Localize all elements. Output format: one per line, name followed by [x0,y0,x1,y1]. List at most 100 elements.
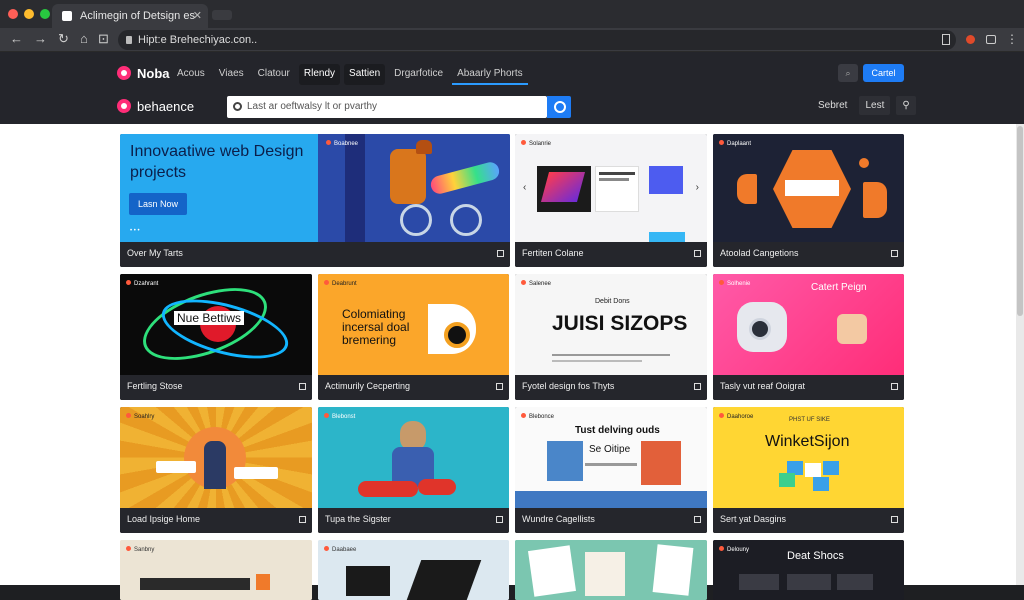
art-text: Catert Peign [811,282,867,293]
card-brand: Sanbny [126,546,154,553]
project-card[interactable]: Sanbny [120,540,312,600]
project-card[interactable]: Daabaee [318,540,509,600]
maximize-window-button[interactable] [40,9,50,19]
save-icon[interactable] [891,383,898,390]
header-primary-button[interactable]: Cartel [863,64,904,82]
next-arrow-icon[interactable]: › [696,182,699,193]
project-card[interactable]: Blebonst Tupa the Sigster [318,407,509,533]
right-link-2[interactable]: ⚲ [896,96,916,115]
project-thumbnail: Solhenie Catert Peign [713,274,904,375]
project-card[interactable] [515,540,707,600]
save-icon[interactable] [694,516,701,523]
art-text: Nue Bettiws [174,311,245,325]
project-card[interactable]: Daplaant Atoolad Cangetions [713,134,904,267]
reload-icon[interactable]: ↻ [58,31,69,47]
search-input[interactable]: Last ar oeftwalsy lt or pvarthy [227,96,547,118]
home-icon[interactable]: ⌂ [80,31,88,46]
profile-icon[interactable] [966,35,975,44]
card-title: Sert yat Dasgins [720,514,787,524]
tab-title: Aclimegin of Detsign es [80,10,195,22]
favicon-icon [62,11,72,21]
menu-icon[interactable]: ⋮ [1006,32,1018,46]
card-footer: Atoolad Cangetions [713,242,904,267]
save-icon[interactable] [891,250,898,257]
project-card[interactable]: Soahlry Load Ipsige Home [120,407,312,533]
save-icon[interactable] [496,383,503,390]
prev-arrow-icon[interactable]: ‹ [523,182,526,193]
card-brand: Deabrunt [324,280,357,287]
project-card[interactable]: Deabrunt Colomiating incersal doal breme… [318,274,509,400]
card-headline: Innovaatiwe web Design projects [130,143,304,181]
card-footer: Tasly vut reaf Ooigrat [713,375,904,400]
behance-brand[interactable]: behaence [137,99,194,114]
project-card[interactable]: Dzahrant Nue Bettiws Fertling Stose [120,274,312,400]
card-title: Tupa the Sigster [325,514,391,524]
extensions-icon[interactable] [986,35,996,44]
nav-item-3[interactable]: Rlendy [298,64,341,85]
project-thumbnail: Dzahrant Nue Bettiws [120,274,312,375]
art-subtitle: PHST UF SIKE [789,417,830,423]
card-title: Atoolad Cangetions [720,248,799,258]
project-card[interactable]: Blebonce Tust delving ouds Se Oitipe Wun… [515,407,707,533]
save-icon[interactable] [694,250,701,257]
card-brand: Daahoroe [719,413,753,420]
tab-close-icon[interactable]: ✕ [193,4,202,28]
card-brand: Daplaant [719,140,751,147]
nav-item-6[interactable]: Abaarly Phorts [452,64,528,85]
browser-titlebar: Aclimegin of Detsign es ✕ [0,0,1024,28]
card-title: Load Ipsige Home [127,514,201,524]
extension-icon[interactable]: ⊡ [98,31,109,47]
nav-item-5[interactable]: Drgarfotice [389,64,448,85]
header-search-button[interactable]: ⌕ [838,64,858,82]
project-card[interactable]: Salenee Debit Dons JUISI SIZOPS Fyotel d… [515,274,707,400]
project-card[interactable]: Boabnee Innovaatiwe web Design projects … [120,134,510,267]
browser-tab[interactable]: Aclimegin of Detsign es ✕ [52,4,208,28]
search-submit-button[interactable] [547,96,571,118]
project-thumbnail: Daahoroe PHST UF SIKE WinketSijon [713,407,904,508]
minimize-window-button[interactable] [24,9,34,19]
save-icon[interactable] [299,516,306,523]
nav-item-1[interactable]: Viaes [214,64,249,85]
card-title: Tasly vut reaf Ooigrat [720,381,806,391]
back-icon[interactable]: ← [10,31,23,46]
project-card[interactable]: Daahoroe PHST UF SIKE WinketSijon Sert y… [713,407,904,533]
project-card[interactable]: Solanrie ‹ › Fertiten Colane [515,134,707,267]
bookmark-icon[interactable] [942,34,950,45]
art-text: Deat Shocs [787,550,844,562]
lock-icon [126,36,132,44]
forward-icon[interactable]: → [34,31,47,46]
page-scrollbar[interactable] [1016,124,1024,585]
new-tab-button[interactable] [212,10,232,20]
save-icon[interactable] [694,383,701,390]
nav-item-0[interactable]: Acous [172,64,210,85]
url-text: Hipt:e Brehechiyac.con.. [138,34,258,46]
project-thumbnail: Blebonst [318,407,509,508]
top-navigation: Acous Viaes Clatour Rlendy Sattien Drgar… [172,64,528,85]
save-icon[interactable] [891,516,898,523]
right-link-1[interactable]: Lest [859,96,891,115]
brand-logo-icon[interactable] [117,66,131,80]
project-thumbnail: Deabrunt Colomiating incersal doal breme… [318,274,509,375]
url-field[interactable]: Hipt:e Brehechiyac.con.. [118,30,956,50]
card-brand: Blebonst [324,413,355,420]
project-grid: Boabnee Innovaatiwe web Design projects … [0,124,1016,600]
save-icon[interactable] [497,250,504,257]
right-link-0[interactable]: Sebret [812,96,853,115]
nav-item-4[interactable]: Sattien [344,64,386,85]
learn-now-button[interactable]: Lasn Now [129,193,187,215]
card-title: Fyotel design fos Thyts [522,381,615,391]
card-brand: Boabnee [326,140,358,147]
behance-logo-icon[interactable] [117,99,131,113]
save-icon[interactable] [496,516,503,523]
card-brand: Daabaee [324,546,356,553]
close-window-button[interactable] [8,9,18,19]
save-icon[interactable] [299,383,306,390]
project-card[interactable]: Delouny Deat Shocs [713,540,904,600]
scrollbar-thumb[interactable] [1017,126,1023,316]
project-thumbnail: Sanbny [120,540,312,600]
brand-name[interactable]: Noba [137,66,170,81]
nav-item-2[interactable]: Clatour [253,64,295,85]
project-thumbnail: Solanrie ‹ › [515,134,707,242]
card-footer: Load Ipsige Home [120,508,312,533]
project-card[interactable]: Solhenie Catert Peign Tasly vut reaf Ooi… [713,274,904,400]
